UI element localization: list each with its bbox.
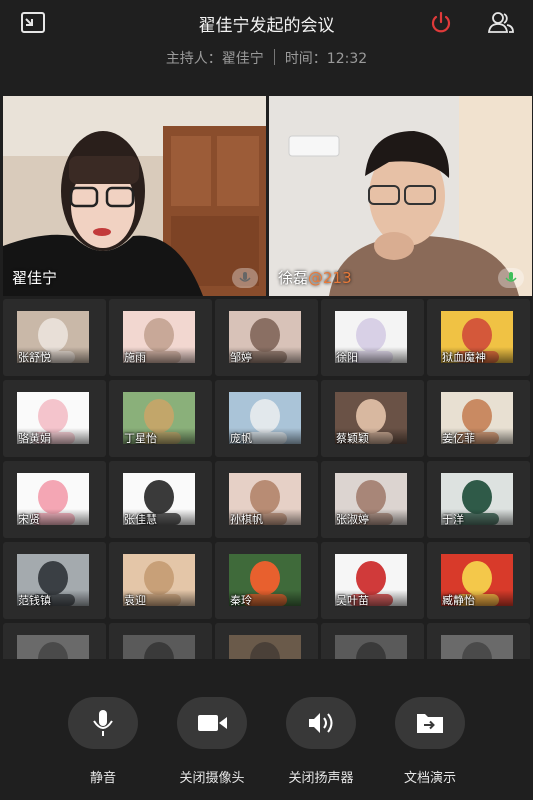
participant-tile[interactable]: 吴叶苗 [321, 542, 424, 619]
camera-off-label: 关闭摄像头 [179, 771, 245, 786]
camera-control: 关闭摄像头 [158, 697, 266, 786]
participant-tile[interactable]: 骆黄娟 [3, 380, 106, 457]
participant-tile[interactable]: 徐阳 [321, 299, 424, 376]
participant-name: 丁星怡 [124, 432, 157, 445]
speaker-off-label: 关闭扬声器 [288, 771, 354, 786]
participant-tile[interactable]: 邹婷 [215, 299, 318, 376]
participant-tile[interactable]: 孙棋帆 [215, 461, 318, 538]
participant-name: 邹婷 [230, 351, 252, 364]
participant-name: 狱血魔神 [442, 351, 486, 364]
host-video-frame [3, 96, 266, 296]
participant-name: 袁迎 [124, 594, 146, 607]
participant-tile[interactable]: 臧静怡 [427, 542, 530, 619]
participant-name: 秦玲 [230, 594, 252, 607]
speaker-icon [309, 713, 333, 733]
participant-tile[interactable]: 张舒悦 [3, 299, 106, 376]
participant-tile[interactable] [321, 623, 424, 659]
participant-avatar [17, 635, 89, 659]
people-icon[interactable] [486, 10, 516, 36]
participant-tile[interactable]: 施雨 [109, 299, 212, 376]
mute-label: 静音 [89, 771, 116, 786]
speaker-name-suffix: @213 [308, 269, 352, 287]
participant-tile[interactable] [3, 623, 106, 659]
participant-tile[interactable]: 狱血魔神 [427, 299, 530, 376]
participant-name: 施雨 [124, 351, 146, 364]
participant-name: 范钱镇 [18, 594, 51, 607]
speaker-name: 徐磊 [278, 269, 309, 287]
mute-control: 静音 [49, 697, 157, 786]
meeting-info: 主持人：翟佳宁 时间：12:32 [0, 48, 533, 68]
microphone-icon [93, 710, 113, 736]
main-video-host[interactable]: 翟佳宁 [3, 96, 266, 296]
participant-tile[interactable]: 宋贤 [3, 461, 106, 538]
participant-avatar [335, 635, 407, 659]
share-document-button[interactable] [395, 697, 465, 749]
participant-grid: 张舒悦 施雨 邹婷 徐阳 狱血魔神骆黄娟 丁星怡 庞帆 蔡颖颖 姜亿菲宋贤 张佳慧 孙棋帆 张淑婷 于洋… [3, 299, 530, 659]
speaker-video-frame [269, 96, 532, 296]
participant-tile[interactable]: 丁星怡 [109, 380, 212, 457]
microphone-icon [239, 272, 251, 282]
participant-name: 吴叶苗 [336, 594, 369, 607]
host-video-name: 翟佳宁 [12, 267, 57, 288]
participant-name: 庞帆 [230, 432, 252, 445]
power-icon[interactable] [428, 10, 454, 36]
speaker-off-button[interactable] [286, 697, 356, 749]
participant-tile[interactable]: 张淑婷 [321, 461, 424, 538]
host-label: 主持人：翟佳宁 [165, 51, 264, 67]
video-camera-icon [198, 715, 227, 731]
participant-tile[interactable]: 于洋 [427, 461, 530, 538]
participant-name: 孙棋帆 [230, 513, 263, 526]
share-document-label: 文档演示 [403, 771, 456, 786]
participant-tile[interactable] [109, 623, 212, 659]
participant-avatar [441, 635, 513, 659]
info-divider [273, 49, 275, 65]
participant-name: 张舒悦 [18, 351, 51, 364]
participant-avatar [229, 635, 301, 659]
participant-name: 徐阳 [336, 351, 358, 364]
participant-tile[interactable] [427, 623, 530, 659]
participant-name: 姜亿菲 [442, 432, 475, 445]
camera-off-button[interactable] [177, 697, 247, 749]
participant-tile[interactable] [215, 623, 318, 659]
time-label: 时间：12:32 [284, 51, 368, 67]
share-document-icon [417, 714, 443, 733]
speaker-control: 关闭扬声器 [267, 697, 375, 786]
participant-tile[interactable]: 袁迎 [109, 542, 212, 619]
participant-tile[interactable]: 蔡颖颖 [321, 380, 424, 457]
participant-tile[interactable]: 庞帆 [215, 380, 318, 457]
speaker-mic-badge [498, 268, 524, 288]
host-name: 翟佳宁 [12, 269, 58, 287]
main-video-speaker[interactable]: 徐磊@213 [269, 96, 532, 296]
microphone-active-icon [505, 272, 517, 282]
document-control: 文档演示 [376, 697, 484, 786]
participant-tile[interactable]: 范钱镇 [3, 542, 106, 619]
participant-name: 骆黄娟 [18, 432, 51, 445]
participant-name: 臧静怡 [442, 594, 475, 607]
mute-button[interactable] [68, 697, 138, 749]
participant-name: 于洋 [442, 513, 464, 526]
host-mic-badge [232, 268, 258, 288]
participant-avatar [123, 635, 195, 659]
participant-name: 张淑婷 [336, 513, 369, 526]
top-bar: 翟佳宁发起的会议 [0, 0, 533, 46]
participant-tile[interactable]: 姜亿菲 [427, 380, 530, 457]
participant-tile[interactable]: 张佳慧 [109, 461, 212, 538]
control-bar: 静音 关闭摄像头 关闭扬声器 文档演示 [0, 659, 533, 800]
participant-name: 宋贤 [18, 513, 40, 526]
participant-name: 张佳慧 [124, 513, 157, 526]
participant-name: 蔡颖颖 [336, 432, 369, 445]
speaker-video-name: 徐磊@213 [278, 267, 352, 288]
participant-tile[interactable]: 秦玲 [215, 542, 318, 619]
